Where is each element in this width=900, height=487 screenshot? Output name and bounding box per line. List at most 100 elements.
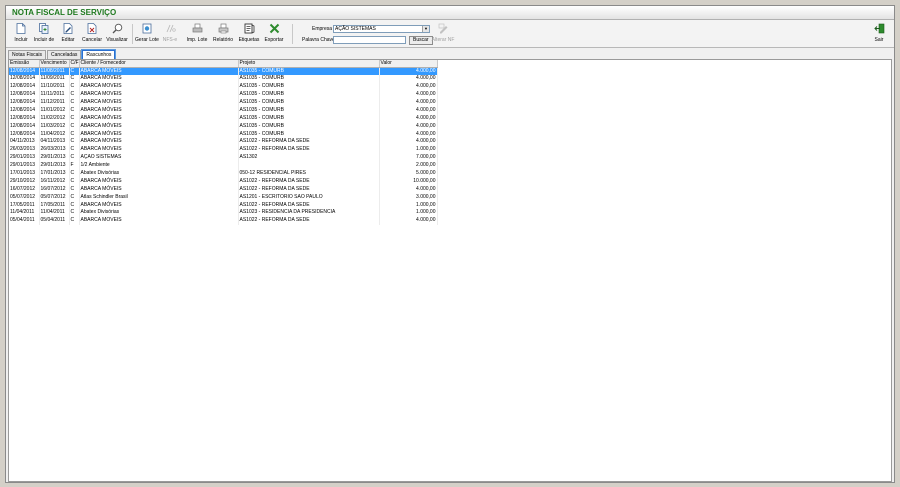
table-row[interactable]: 12/08/2014 11/08/2011 C ABARCA MÓVEIS AS1035… [9, 67, 438, 75]
emissao-cell: 05/04/2011 [9, 216, 40, 225]
incluir-de-button[interactable]: Incluir de [33, 23, 55, 43]
cf-cell: C [69, 122, 80, 131]
vencimento-cell: 05/04/2011 [39, 216, 70, 225]
table-row[interactable]: 26/03/2013 26/03/2013 C ABARCA MÓVEIS AS1022… [9, 145, 438, 154]
exportar-button[interactable]: Exportar [263, 23, 285, 43]
valor-cell: 4.000,00 [379, 74, 438, 83]
imp-lote-button[interactable]: Imp. Lote [186, 23, 208, 43]
vencimento-cell: 11/08/2011 [39, 67, 70, 75]
column-header-valor[interactable]: Valor [379, 60, 438, 68]
cliente-cell: ABARCA MÓVEIS [79, 130, 239, 139]
table-row[interactable]: 12/08/2014 11/12/2011 C ABARCA MÓVEIS AS1035… [9, 98, 438, 107]
empresa-select[interactable]: AÇÃO SISTEMAS ▼ [333, 25, 430, 33]
projeto-cell: AS1023 - RESIDENCIA DA PRESIDENCIA [238, 209, 380, 217]
column-header-cf[interactable]: C/F [69, 60, 80, 68]
vencimento-cell: 11/11/2011 [39, 90, 70, 99]
gerar-lote-button[interactable]: Gerar Lote [135, 23, 159, 43]
cliente-cell: ABARCA MÓVEIS [79, 82, 239, 91]
table-row[interactable]: 17/01/2013 17/01/2013 C Abatex Divisórias 05… [9, 169, 438, 178]
emissao-cell: 16/07/2012 [9, 185, 40, 194]
toolbar-separator [292, 24, 293, 44]
table-row[interactable]: 29/01/2013 29/01/2013 C AÇÃO SISTEMAS AS1302… [9, 153, 438, 162]
valor-cell: 4.000,00 [379, 138, 438, 146]
table-row[interactable]: 04/11/2013 04/11/2013 C ABARCA MÓVEIS AS1022… [9, 138, 438, 146]
table-row[interactable]: 12/08/2014 11/11/2011 C ABARCA MÓVEIS AS1035… [9, 90, 438, 99]
projeto-cell: AS1022 - REFORMA DA SEDE [238, 201, 380, 210]
buscar-button[interactable]: Buscar [409, 35, 433, 45]
new-document-icon [16, 23, 27, 34]
table-row[interactable]: 11/04/2011 11/04/2011 C Abatex Divisórias AS… [9, 209, 438, 217]
valor-cell: 2.000,00 [379, 161, 438, 170]
etiquetas-button[interactable]: Etiquetas [238, 23, 260, 43]
vencimento-cell: 11/12/2011 [39, 98, 70, 107]
table-row[interactable]: 16/07/2012 16/07/2012 C ABARCA MÓVEIS AS1022… [9, 185, 438, 194]
table-row[interactable]: 05/04/2011 05/04/2011 C ABARCA MÓVEIS AS1022… [9, 216, 438, 225]
cliente-cell: Abatex Divisórias [79, 209, 239, 217]
projeto-cell: 050-12 RESIDENCIAL PIRES [238, 169, 380, 178]
cliente-cell: Atlas Schindler Brasil [79, 193, 239, 202]
valor-cell: 1.000,00 [379, 201, 438, 210]
valor-cell: 4.000,00 [379, 67, 438, 75]
table-row[interactable]: 17/05/2011 17/05/2011 C ABARCA MÓVEIS AS1022… [9, 201, 438, 210]
cancel-document-icon [87, 23, 98, 34]
emissao-cell: 29/01/2013 [9, 161, 40, 170]
table-row[interactable]: 29/01/2013 29/01/2013 F 1/2 Ambiente 2.000,0… [9, 161, 438, 170]
tab-notas-fiscais[interactable]: Notas Fiscais [8, 50, 47, 59]
emissao-cell: 12/08/2014 [9, 90, 40, 99]
table-row[interactable]: 29/10/2012 16/11/2012 C ABARCA MÓVEIS AS1022… [9, 177, 438, 186]
valor-cell: 4.000,00 [379, 122, 438, 131]
emissao-cell: 29/10/2012 [9, 177, 40, 186]
visualizar-button[interactable]: Visualizar [106, 23, 128, 43]
editar-button[interactable]: Editar [57, 23, 79, 43]
vencimento-cell: 11/03/2012 [39, 122, 70, 131]
emissao-cell: 05/07/2012 [9, 193, 40, 202]
projeto-cell: AS1035 - COMURB [238, 114, 380, 123]
projeto-cell: AS1302 [238, 153, 380, 162]
grid-header-row: Emissão Vencimento C/F Cliente / Fornece… [9, 60, 438, 68]
magnifier-icon [112, 23, 123, 34]
cf-cell: C [69, 177, 80, 186]
column-header-emissao[interactable]: Emissão [9, 60, 40, 68]
vencimento-cell: 11/04/2011 [39, 209, 70, 217]
projeto-cell: AS1022 - REFORMA DA SEDE [238, 138, 380, 146]
table-row[interactable]: 12/08/2014 11/01/2012 C ABARCA MÓVEIS AS1035… [9, 106, 438, 115]
cf-cell: C [69, 185, 80, 194]
vencimento-cell: 16/07/2012 [39, 185, 70, 194]
valor-cell: 4.000,00 [379, 185, 438, 194]
alterar-nf-button[interactable]: Alterar NF [432, 23, 454, 43]
tab-rascunhos[interactable]: Rascunhos [81, 49, 117, 60]
nfse-button[interactable]: NFS-e [159, 23, 181, 43]
tab-canceladas[interactable]: Canceladas [47, 50, 82, 59]
palavra-chave-input[interactable] [333, 36, 406, 44]
valor-cell: 4.000,00 [379, 114, 438, 123]
cf-cell: C [69, 216, 80, 225]
sair-button[interactable]: Sair [868, 23, 890, 43]
empresa-value: AÇÃO SISTEMAS [335, 26, 376, 32]
alterar-nf-icon [438, 23, 449, 34]
column-header-cliente[interactable]: Cliente / Fornecedor [79, 60, 239, 68]
table-row[interactable]: 12/08/2014 11/10/2011 C ABARCA MÓVEIS AS1035… [9, 82, 438, 91]
cliente-cell: ABARCA MÓVEIS [79, 106, 239, 115]
cliente-cell: AÇÃO SISTEMAS [79, 153, 239, 162]
relatorio-button[interactable]: Relatório [212, 23, 234, 43]
palavra-chave-label: Palavra Chave [302, 37, 335, 43]
table-row[interactable]: 12/08/2014 11/09/2011 C ABARCA MÓVEIS AS1035… [9, 74, 438, 83]
cliente-cell: ABARCA MÓVEIS [79, 122, 239, 131]
drafts-grid[interactable]: Emissão Vencimento C/F Cliente / Fornece… [8, 59, 892, 482]
chevron-down-icon[interactable]: ▼ [422, 26, 429, 32]
column-header-vencimento[interactable]: Vencimento [39, 60, 70, 68]
table-row[interactable]: 12/08/2014 11/04/2012 C ABARCA MÓVEIS AS1035… [9, 130, 438, 139]
cf-cell: C [69, 114, 80, 123]
table-row[interactable]: 05/07/2012 05/07/2012 C Atlas Schindler Bra… [9, 193, 438, 202]
valor-cell: 4.000,00 [379, 82, 438, 91]
emissao-cell: 17/05/2011 [9, 201, 40, 210]
cliente-cell: ABARCA MÓVEIS [79, 216, 239, 225]
table-row[interactable]: 12/08/2014 11/02/2012 C ABARCA MÓVEIS AS1035… [9, 114, 438, 123]
cancelar-button[interactable]: Cancelar [81, 23, 103, 43]
projeto-cell: AS1022 - REFORMA DA SEDE [238, 185, 380, 194]
vencimento-cell: 29/01/2013 [39, 161, 70, 170]
valor-cell: 5.000,00 [379, 169, 438, 178]
column-header-projeto[interactable]: Projeto [238, 60, 380, 68]
table-row[interactable]: 12/08/2014 11/03/2012 C ABARCA MÓVEIS AS1035… [9, 122, 438, 131]
incluir-button[interactable]: Incluir [10, 23, 32, 43]
